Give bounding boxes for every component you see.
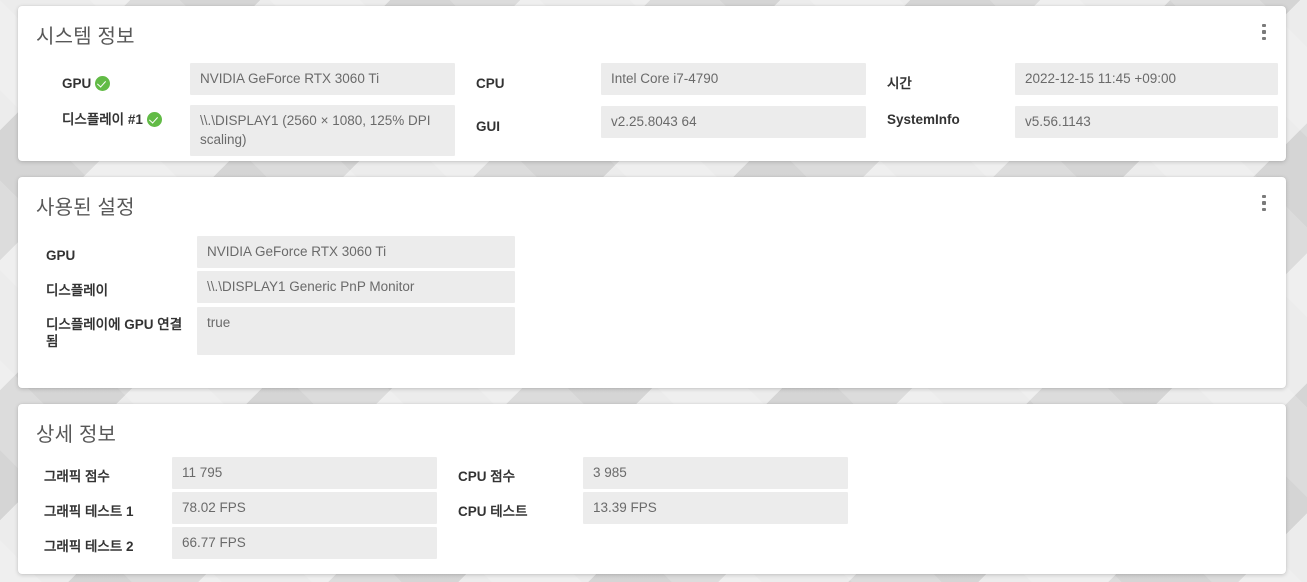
details-cpu-test-value: 13.39 FPS (583, 492, 848, 524)
settings-gpu-value: NVIDIA GeForce RTX 3060 Ti (197, 236, 515, 268)
report-page: 시스템 정보 GPU NVIDIA GeForce RTX 3060 Ti 디스… (0, 0, 1307, 582)
system-gui-label: GUI (476, 119, 501, 134)
check-circle-icon (95, 76, 111, 91)
details-graphics-test1-label: 그래픽 테스트 1 (44, 504, 134, 519)
system-info-card: 시스템 정보 GPU NVIDIA GeForce RTX 3060 Ti 디스… (18, 6, 1286, 161)
kebab-dot (1262, 201, 1266, 205)
settings-gpu-label: GPU (46, 248, 76, 263)
system-gui-value: v2.25.8043 64 (601, 106, 866, 138)
details-graphics-score-label: 그래픽 점수 (44, 469, 110, 484)
details-graphics-test1-value: 78.02 FPS (172, 492, 437, 524)
status-badge (95, 76, 111, 91)
system-cpu-value: Intel Core i7-4790 (601, 63, 866, 95)
kebab-dot (1262, 207, 1266, 212)
system-systeminfo-value: v5.56.1143 (1015, 106, 1278, 138)
kebab-menu-icon[interactable] (1254, 191, 1274, 215)
check-circle-icon (146, 112, 162, 127)
details-graphics-test2-label: 그래픽 테스트 2 (44, 539, 134, 554)
system-time-label: 시간 (887, 76, 912, 91)
system-gpu-label: GPU (62, 70, 182, 92)
details-graphics-test2-value: 66.77 FPS (172, 527, 437, 559)
details-cpu-score-label: CPU 점수 (458, 469, 516, 484)
settings-display-label: 디스플레이 (46, 283, 109, 298)
kebab-dot (1262, 194, 1266, 199)
settings-gpu-attached-value: true (197, 307, 515, 355)
details-title: 상세 정보 (36, 424, 117, 446)
settings-display-value: \\.\DISPLAY1 Generic PnP Monitor (197, 271, 515, 303)
system-display1-value: \\.\DISPLAY1 (2560 × 1080, 125% DPI scal… (190, 105, 455, 156)
kebab-dot (1262, 36, 1266, 41)
details-graphics-score-value: 11 795 (172, 457, 437, 489)
kebab-dot (1262, 30, 1266, 34)
details-cpu-score-value: 3 985 (583, 457, 848, 489)
details-cpu-test-label: CPU 테스트 (458, 504, 528, 519)
system-systeminfo-label: SystemInfo (887, 112, 960, 127)
system-display1-label: 디스플레이 #1 (62, 106, 182, 128)
system-gpu-value: NVIDIA GeForce RTX 3060 Ti (190, 63, 455, 95)
used-settings-title: 사용된 설정 (36, 197, 135, 219)
settings-gpu-attached-label: 디스플레이에 GPU 연결됨 (46, 317, 183, 349)
kebab-dot (1262, 23, 1266, 28)
system-time-value: 2022-12-15 11:45 +09:00 (1015, 63, 1278, 95)
kebab-menu-icon[interactable] (1254, 20, 1274, 44)
status-badge (146, 112, 162, 127)
system-info-title: 시스템 정보 (36, 26, 135, 48)
system-cpu-label: CPU (476, 76, 505, 91)
